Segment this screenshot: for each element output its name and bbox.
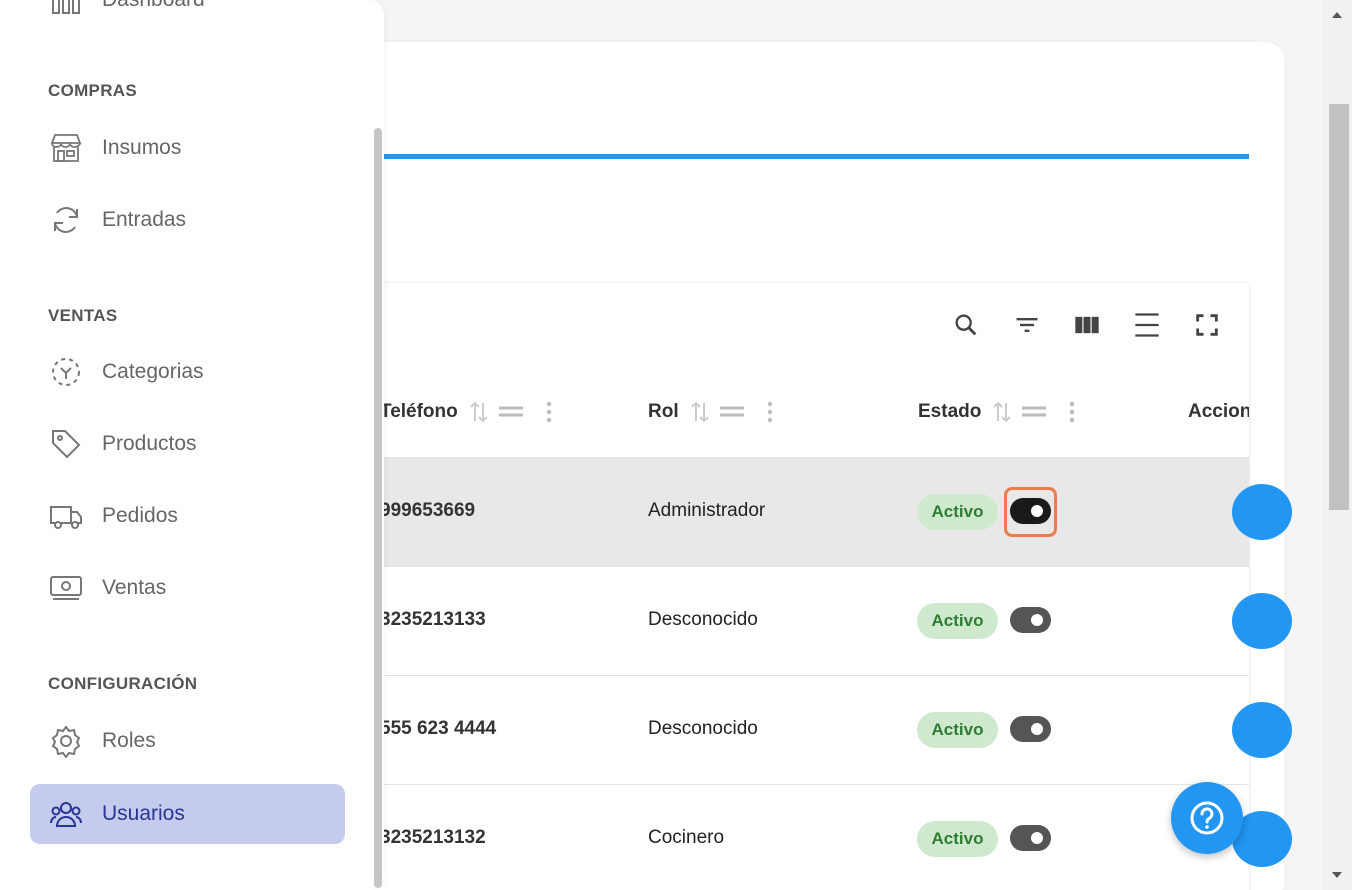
column-header-telefono[interactable]: Teléfono — [380, 398, 554, 426]
search-icon[interactable] — [951, 310, 981, 340]
sidebar-item-insumos[interactable]: Insumos — [30, 118, 345, 178]
cash-icon — [48, 570, 84, 606]
sidebar-item-usuarios[interactable]: Usuarios — [30, 784, 345, 844]
scroll-up-icon[interactable] — [1330, 10, 1344, 20]
sidebar-item-label: Categorias — [102, 360, 204, 383]
drag-handle-icon[interactable] — [498, 402, 524, 422]
refresh-icon — [48, 202, 84, 238]
section-title: CONFIGURACIÓN — [48, 674, 198, 693]
gear-icon — [48, 723, 84, 759]
section-title: COMPRAS — [48, 81, 137, 100]
sidebar-item-roles[interactable]: Roles — [30, 711, 345, 771]
status-toggle[interactable] — [1010, 498, 1051, 524]
scroll-down-icon[interactable] — [1330, 870, 1344, 880]
status-badge: Activo — [917, 603, 998, 639]
sort-icon[interactable] — [991, 400, 1013, 424]
column-menu-icon[interactable] — [544, 400, 554, 424]
role-cell: Cocinero — [648, 827, 725, 848]
column-header-acciones[interactable]: Acciones — [1188, 398, 1249, 426]
phone-cell: 3235213133 — [380, 609, 486, 630]
status-toggle[interactable] — [1010, 716, 1051, 742]
column-menu-icon[interactable] — [765, 400, 775, 424]
truck-icon — [48, 498, 84, 534]
column-label: Estado — [918, 401, 982, 422]
sidebar-item-label: Dashboard — [102, 0, 205, 12]
column-header-rol[interactable]: Rol — [648, 398, 775, 426]
help-button[interactable] — [1171, 782, 1243, 854]
drag-handle-icon[interactable] — [1021, 402, 1047, 422]
sidebar-item-pedidos[interactable]: Pedidos — [30, 486, 345, 546]
dashboard-icon — [48, 0, 84, 18]
tag-icon — [48, 426, 84, 462]
role-cell: Desconocido — [648, 609, 758, 630]
column-label: Acciones — [1188, 401, 1249, 422]
status-badge: Activo — [917, 494, 998, 530]
drag-handle-icon[interactable] — [719, 402, 745, 422]
column-label: Rol — [648, 401, 679, 422]
help-icon — [1190, 801, 1224, 835]
action-button[interactable] — [1232, 593, 1292, 649]
sidebar-item-label: Roles — [102, 729, 156, 752]
sidebar-item-categorias[interactable]: Categorias — [30, 342, 345, 402]
phone-cell: 555 623 4444 — [380, 718, 497, 739]
window-scrollbar-thumb[interactable] — [1329, 104, 1349, 510]
column-label: Teléfono — [380, 401, 458, 422]
status-badge: Activo — [917, 712, 998, 748]
sidebar-item-label: Ventas — [102, 576, 167, 599]
phone-cell: 999653669 — [380, 500, 476, 521]
columns-icon[interactable] — [1072, 310, 1102, 340]
sidebar-scrollbar[interactable] — [374, 128, 382, 888]
status-badge: Activo — [917, 821, 998, 857]
phone-cell: 3235213132 — [380, 827, 486, 848]
sidebar-item-label: Insumos — [102, 136, 182, 159]
sidebar-item-label: Usuarios — [102, 802, 185, 825]
sidebar-item-label: Productos — [102, 432, 197, 455]
progress-line — [380, 154, 1249, 159]
section-title: VENTAS — [48, 306, 118, 325]
sidebar-item-dashboard[interactable]: Dashboard — [30, 0, 345, 30]
filter-icon[interactable] — [1012, 310, 1042, 340]
store-icon — [48, 130, 84, 166]
sidebar-item-entradas[interactable]: Entradas — [30, 190, 345, 250]
column-header-estado[interactable]: Estado — [918, 398, 1077, 426]
sidebar: Dashboard COMPRAS Insumos Entradas VENTA… — [0, 0, 384, 890]
sidebar-item-productos[interactable]: Productos — [30, 414, 345, 474]
action-button[interactable] — [1232, 484, 1292, 540]
fullscreen-icon[interactable] — [1192, 310, 1222, 340]
sidebar-item-label: Entradas — [102, 208, 187, 231]
users-icon — [48, 796, 84, 832]
role-cell: Administrador — [648, 500, 766, 521]
action-button[interactable] — [1232, 702, 1292, 758]
sort-icon[interactable] — [468, 400, 490, 424]
status-toggle[interactable] — [1010, 607, 1051, 633]
column-menu-icon[interactable] — [1067, 400, 1077, 424]
status-toggle[interactable] — [1010, 825, 1051, 851]
sidebar-item-label: Pedidos — [102, 504, 178, 527]
category-icon — [48, 354, 84, 390]
sort-icon[interactable] — [689, 400, 711, 424]
sidebar-item-ventas[interactable]: Ventas — [30, 558, 345, 618]
density-icon[interactable] — [1132, 310, 1162, 340]
role-cell: Desconocido — [648, 718, 758, 739]
